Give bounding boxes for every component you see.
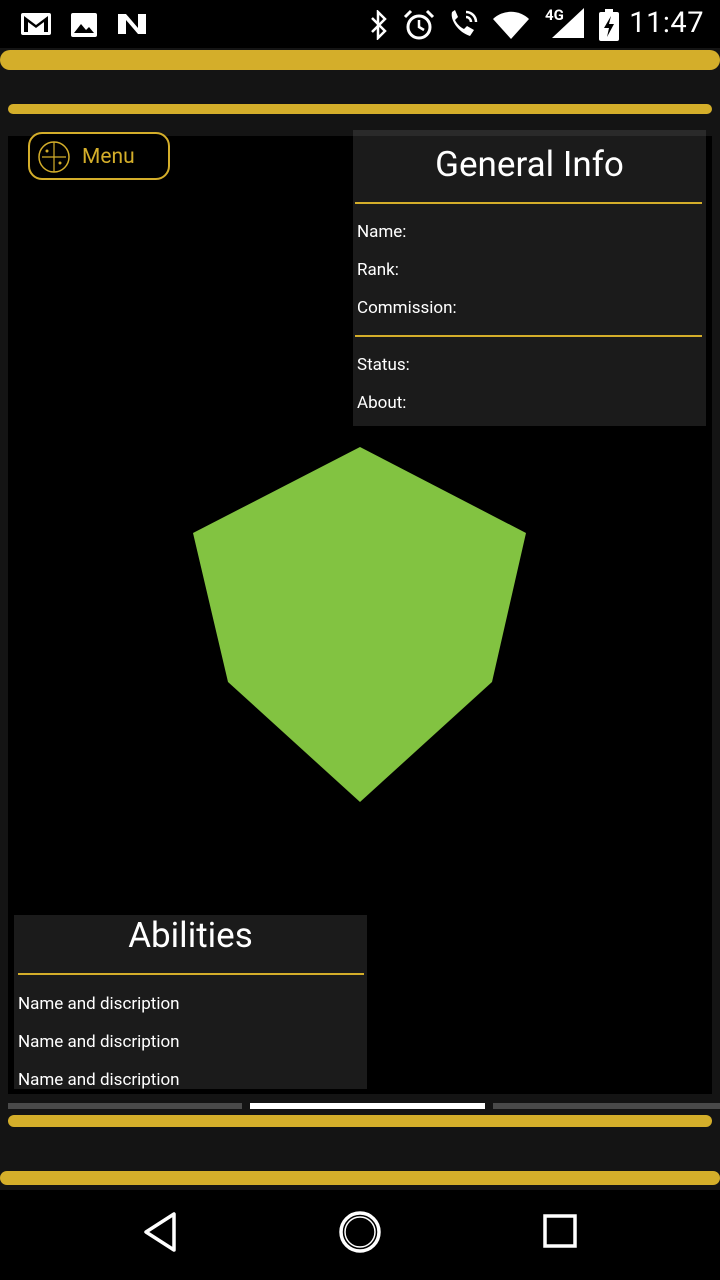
ability-item[interactable]: Name and discription xyxy=(18,1032,180,1052)
home-icon[interactable] xyxy=(336,1206,384,1258)
crosshair-icon xyxy=(38,141,70,173)
signal-icon xyxy=(552,8,584,38)
abilities-divider xyxy=(18,973,364,975)
name-field-label: Name: xyxy=(357,222,407,242)
battery-icon xyxy=(599,9,619,41)
general-info-title: General Info xyxy=(435,144,624,185)
gmail-icon xyxy=(21,13,51,35)
ability-item[interactable]: Name and discription xyxy=(18,1070,180,1090)
top-accent-bar xyxy=(0,50,720,70)
abilities-panel: Abilities Name and discription Name and … xyxy=(14,915,367,1090)
status-bar: 4G 11:47 xyxy=(0,0,720,48)
clock: 11:47 xyxy=(629,6,704,40)
page-indicator xyxy=(0,1103,720,1111)
commission-field-label: Commission: xyxy=(357,298,457,318)
about-field-label: About: xyxy=(357,393,407,413)
back-icon[interactable] xyxy=(138,1206,182,1258)
call-icon xyxy=(451,10,478,36)
rank-field-label: Rank: xyxy=(357,260,399,280)
n-icon xyxy=(118,14,146,34)
general-info-divider xyxy=(355,202,702,204)
wifi-icon xyxy=(493,11,529,39)
navigation-bar xyxy=(0,1190,720,1280)
menu-label: Menu xyxy=(82,145,135,169)
page-tab-2[interactable] xyxy=(250,1103,485,1109)
menu-button[interactable]: Menu xyxy=(28,132,170,180)
recents-icon[interactable] xyxy=(538,1206,582,1258)
header-accent-line xyxy=(8,104,712,114)
bluetooth-icon xyxy=(371,10,387,40)
bottom-accent-bar xyxy=(0,1171,720,1185)
general-info-top-border xyxy=(353,130,706,136)
status-field-label: Status: xyxy=(357,355,410,375)
footer-accent-line xyxy=(8,1115,712,1127)
ability-item[interactable]: Name and discription xyxy=(18,994,180,1014)
abilities-title: Abilities xyxy=(128,915,253,956)
page-tab-1[interactable] xyxy=(8,1103,242,1109)
alarm-icon xyxy=(403,9,435,40)
gallery-icon xyxy=(71,13,97,37)
general-info-panel: General Info Name: Rank: Commission: Sta… xyxy=(353,130,706,426)
general-info-divider-2 xyxy=(355,335,702,337)
page-tab-3[interactable] xyxy=(493,1103,720,1109)
